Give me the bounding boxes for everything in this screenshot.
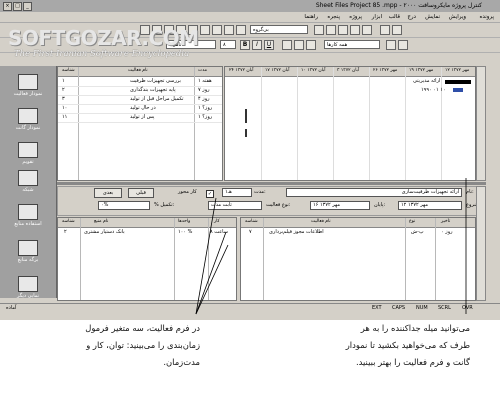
callout-line xyxy=(195,244,229,315)
callout-line xyxy=(195,197,217,315)
callout-line xyxy=(195,231,227,315)
caption-right: می‌توانید میله جداکننده را به هر طرف که … xyxy=(345,323,470,367)
caption-left: در فرم فعالیت، سه متغیر فرمول زمان‌بندی … xyxy=(85,323,200,367)
